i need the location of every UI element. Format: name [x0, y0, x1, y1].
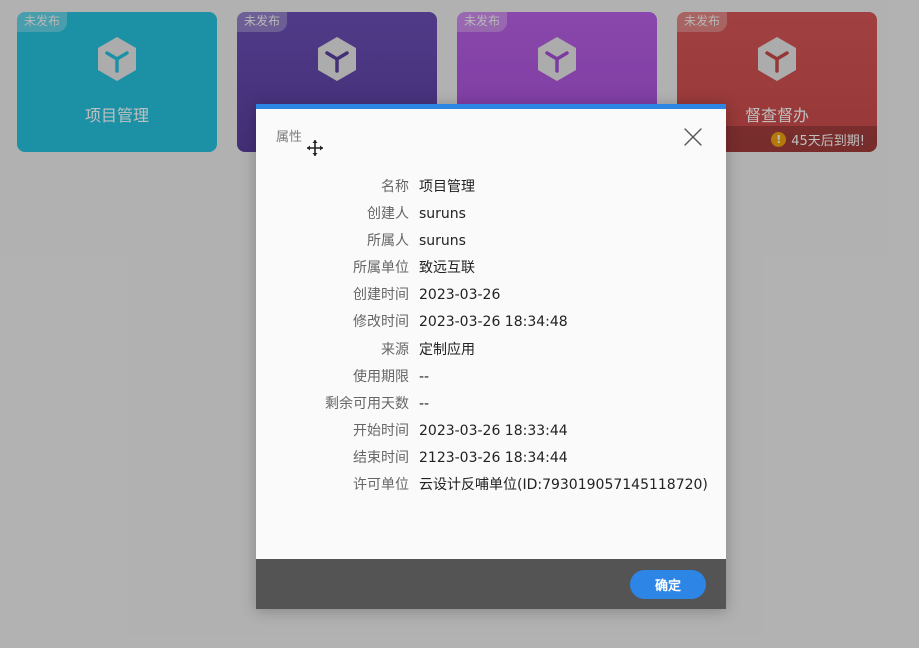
property-label: 名称	[381, 179, 409, 195]
property-value: 2023-03-26	[419, 287, 501, 303]
property-value: 致远互联	[419, 260, 475, 276]
property-value: suruns	[419, 233, 466, 249]
property-row: 创建人 suruns	[256, 204, 726, 224]
property-row: 开始时间 2023-03-26 18:33:44	[256, 421, 726, 441]
property-row: 来源 定制应用	[256, 340, 726, 360]
property-label: 创建时间	[353, 287, 409, 303]
dialog-title[interactable]: 属性	[276, 126, 302, 145]
property-label: 开始时间	[353, 423, 409, 439]
property-label: 结束时间	[353, 450, 409, 466]
dialog-footer: 确定	[256, 559, 726, 609]
property-row: 许可单位 云设计反哺单位(ID:793019057145118720)	[256, 475, 726, 495]
property-label: 修改时间	[353, 314, 409, 330]
property-label: 剩余可用天数	[325, 396, 409, 412]
dialog-accent-bar	[256, 104, 726, 109]
property-value: 云设计反哺单位(ID:793019057145118720)	[419, 477, 708, 493]
property-row: 修改时间 2023-03-26 18:34:48	[256, 312, 726, 332]
property-value: 2023-03-26 18:34:48	[419, 314, 568, 330]
property-value: 2123-03-26 18:34:44	[419, 450, 568, 466]
property-row: 所属单位 致远互联	[256, 258, 726, 278]
property-row: 创建时间 2023-03-26	[256, 285, 726, 305]
close-icon[interactable]	[682, 126, 704, 148]
property-value: 项目管理	[419, 179, 475, 195]
property-row: 所属人 suruns	[256, 231, 726, 251]
property-label: 所属人	[367, 233, 409, 249]
property-row: 结束时间 2123-03-26 18:34:44	[256, 448, 726, 468]
move-cursor-icon	[307, 140, 323, 156]
property-label: 许可单位	[353, 477, 409, 493]
confirm-button[interactable]: 确定	[630, 570, 706, 599]
property-row: 名称 项目管理	[256, 177, 726, 197]
property-row: 使用期限 --	[256, 367, 726, 387]
property-label: 所属单位	[353, 260, 409, 276]
property-value: --	[419, 396, 430, 412]
property-value: --	[419, 369, 430, 385]
property-value: suruns	[419, 206, 466, 222]
property-row: 剩余可用天数 --	[256, 394, 726, 414]
property-label: 创建人	[367, 206, 409, 222]
property-value: 定制应用	[419, 342, 475, 358]
property-label: 使用期限	[353, 369, 409, 385]
properties-dialog: 属性 名称 项目管理 创建人 suruns 所属人 suruns 所属单位 致远…	[256, 104, 726, 609]
property-label: 来源	[381, 342, 409, 358]
property-value: 2023-03-26 18:33:44	[419, 423, 568, 439]
